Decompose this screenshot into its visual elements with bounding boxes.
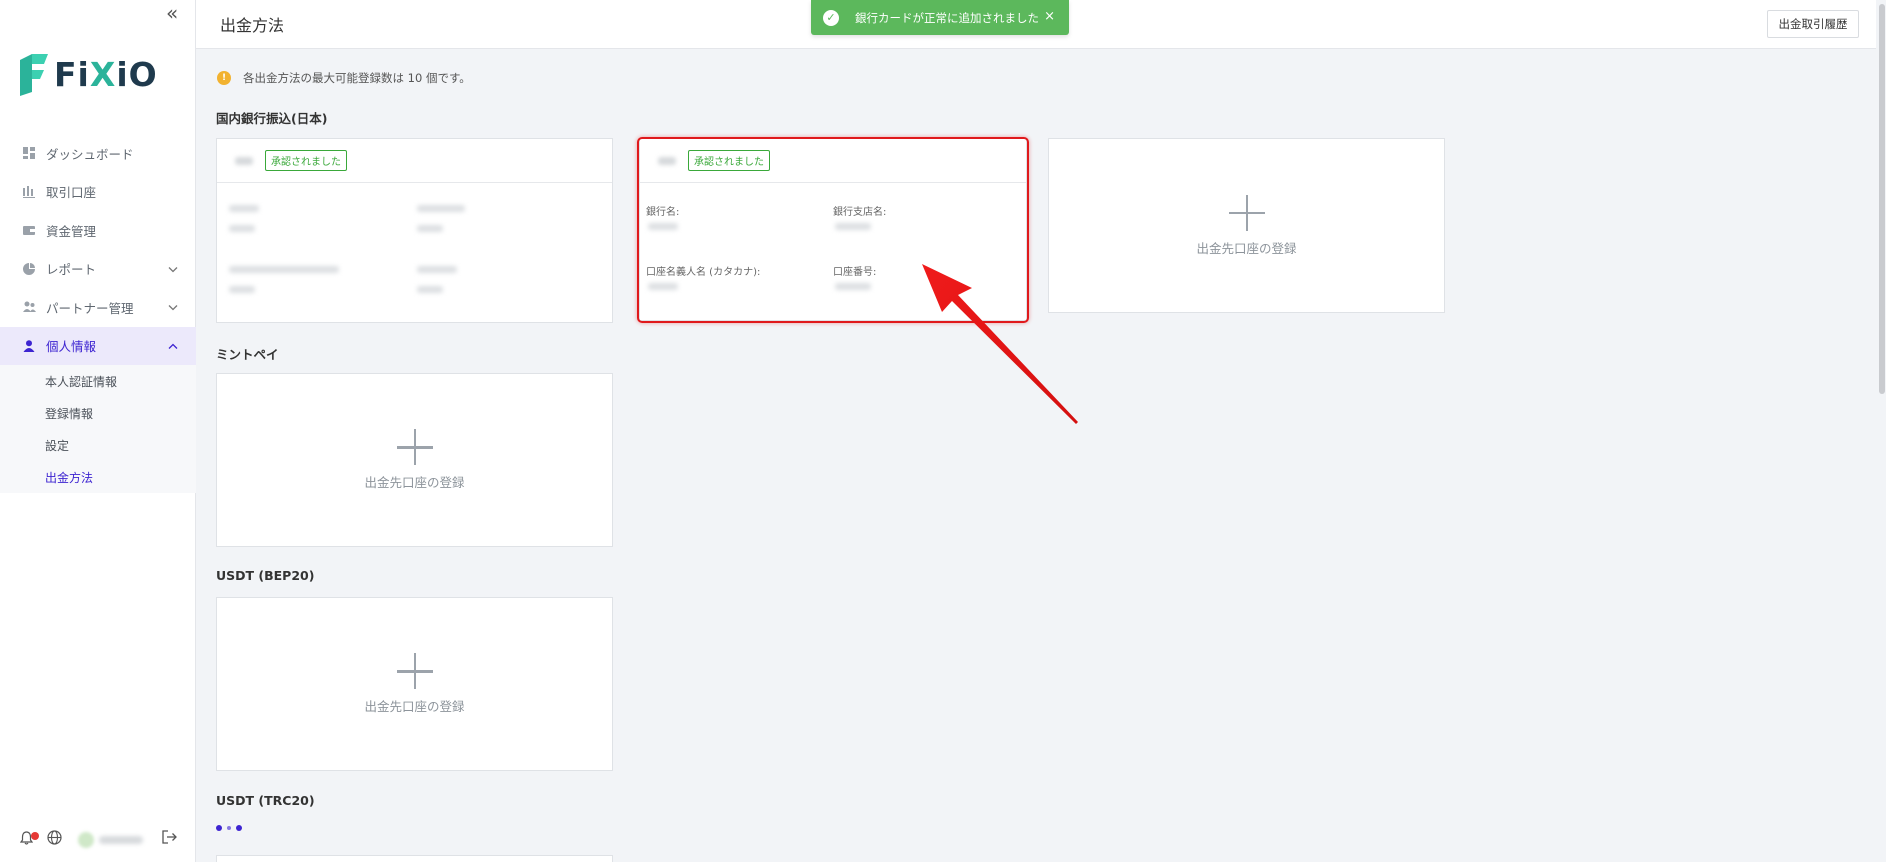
- user-icon: [22, 339, 36, 353]
- add-mintpay-card[interactable]: 出金先口座の登録: [216, 373, 613, 547]
- sidebar-item-dashboard[interactable]: ダッシュボード: [0, 134, 196, 173]
- blurred-value: [417, 286, 443, 293]
- loading-dot: [227, 826, 231, 830]
- sidebar-item-partner[interactable]: パートナー管理: [0, 288, 196, 327]
- sidebar-subitem-settings[interactable]: 設定: [0, 429, 196, 461]
- user-name-blurred: [99, 835, 143, 844]
- fixio-logo[interactable]: FiXiO: [18, 52, 158, 96]
- toast-message: 銀行カードが正常に追加されました: [855, 10, 1039, 25]
- notice-text: 各出金方法の最大可能登録数は 10 個です。: [243, 71, 471, 85]
- plus-icon: [1228, 194, 1265, 231]
- blurred-label: [229, 205, 259, 212]
- notification-dot: [31, 831, 39, 840]
- blurred-value: [229, 225, 255, 232]
- annotation-arrow-icon: [922, 264, 1078, 424]
- section-title-domestic-bank: 国内銀行振込(日本): [216, 111, 328, 126]
- add-account-label: 出金先口座の登録: [364, 475, 465, 490]
- avatar: [78, 831, 94, 848]
- success-toast: ✓ 銀行カードが正常に追加されました ×: [811, 0, 1069, 35]
- fixio-logo-mark-icon: [20, 54, 48, 96]
- sidebar-item-report[interactable]: レポート: [0, 250, 196, 289]
- section-title-mintpay: ミントペイ: [216, 347, 279, 362]
- close-icon[interactable]: ×: [1044, 9, 1055, 24]
- chevron-up-icon: [168, 339, 178, 352]
- add-account-label: 出金先口座の登録: [1196, 240, 1297, 256]
- sidebar-item-label: 資金管理: [46, 223, 97, 239]
- add-account-label: 出金先口座の登録: [364, 699, 465, 714]
- sidebar-item-personal-info[interactable]: 個人情報: [0, 326, 196, 365]
- bell-icon[interactable]: [19, 830, 39, 849]
- add-usdt-bep20-card[interactable]: 出金先口座の登録: [216, 597, 613, 771]
- blurred-value: [229, 286, 255, 293]
- user-menu[interactable]: [78, 831, 143, 848]
- sidebar-item-label: 取引口座: [46, 185, 97, 201]
- dashboard-icon: [22, 146, 36, 160]
- blurred-label: [417, 266, 457, 273]
- blurred-value: [417, 225, 443, 232]
- sidebar-subitem-withdrawal-methods[interactable]: 出金方法: [0, 461, 196, 493]
- sidebar: « FiXiO ダッシュボード 取引口座 資金管理 レポート パートナー管理 個…: [0, 0, 196, 862]
- plus-icon: [396, 653, 433, 689]
- page-title: 出金方法: [220, 16, 285, 35]
- personal-info-submenu: 本人認証情報 登録情報 設定 出金方法: [0, 365, 196, 493]
- section-title-usdt-bep20: USDT (BEP20): [216, 568, 315, 583]
- chevron-down-icon: [168, 301, 178, 314]
- loading-indicator: [216, 825, 242, 831]
- collapse-sidebar-icon[interactable]: «: [166, 2, 178, 24]
- logout-icon[interactable]: [162, 830, 177, 848]
- sidebar-subitem-verification[interactable]: 本人認証情報: [0, 365, 196, 397]
- blurred-bank-short-name: [235, 156, 253, 165]
- section-title-usdt-trc20: USDT (TRC20): [216, 793, 315, 808]
- partner-icon: [22, 300, 36, 314]
- sidebar-footer: [19, 830, 143, 849]
- sidebar-item-funds[interactable]: 資金管理: [0, 211, 196, 250]
- blurred-label: [229, 266, 339, 273]
- check-circle-icon: ✓: [823, 9, 839, 26]
- wallet-icon: [22, 223, 36, 237]
- sidebar-item-label: パートナー管理: [46, 300, 134, 316]
- sidebar-item-label: レポート: [46, 262, 97, 278]
- bank-account-card[interactable]: 承認されました: [216, 138, 613, 323]
- status-badge: 承認されました: [265, 150, 347, 171]
- plus-icon: [396, 429, 433, 465]
- sidebar-item-label: ダッシュボード: [46, 146, 134, 162]
- logo-wordmark: FiXiO: [54, 54, 158, 94]
- trading-account-icon: [22, 185, 36, 199]
- usdt-trc20-card-partial[interactable]: [216, 855, 613, 862]
- add-bank-account-card[interactable]: 出金先口座の登録: [1048, 138, 1445, 313]
- card-header: 承認されました: [217, 139, 612, 183]
- scrollbar-thumb[interactable]: [1879, 4, 1885, 394]
- globe-icon[interactable]: [47, 830, 62, 849]
- sidebar-item-trading-account[interactable]: 取引口座: [0, 173, 196, 212]
- loading-dot: [216, 825, 222, 831]
- limit-notice: ! 各出金方法の最大可能登録数は 10 個です。: [217, 70, 471, 86]
- sidebar-nav: ダッシュボード 取引口座 資金管理 レポート パートナー管理 個人情報 本人認証…: [0, 134, 196, 493]
- sidebar-subitem-registration[interactable]: 登録情報: [0, 397, 196, 429]
- chevron-down-icon: [168, 262, 178, 275]
- report-icon: [22, 262, 36, 276]
- withdrawal-history-button[interactable]: 出金取引履歴: [1767, 10, 1859, 38]
- loading-dot: [236, 825, 242, 831]
- blurred-label: [417, 205, 465, 212]
- info-icon: !: [217, 71, 231, 85]
- sidebar-item-label: 個人情報: [46, 339, 97, 355]
